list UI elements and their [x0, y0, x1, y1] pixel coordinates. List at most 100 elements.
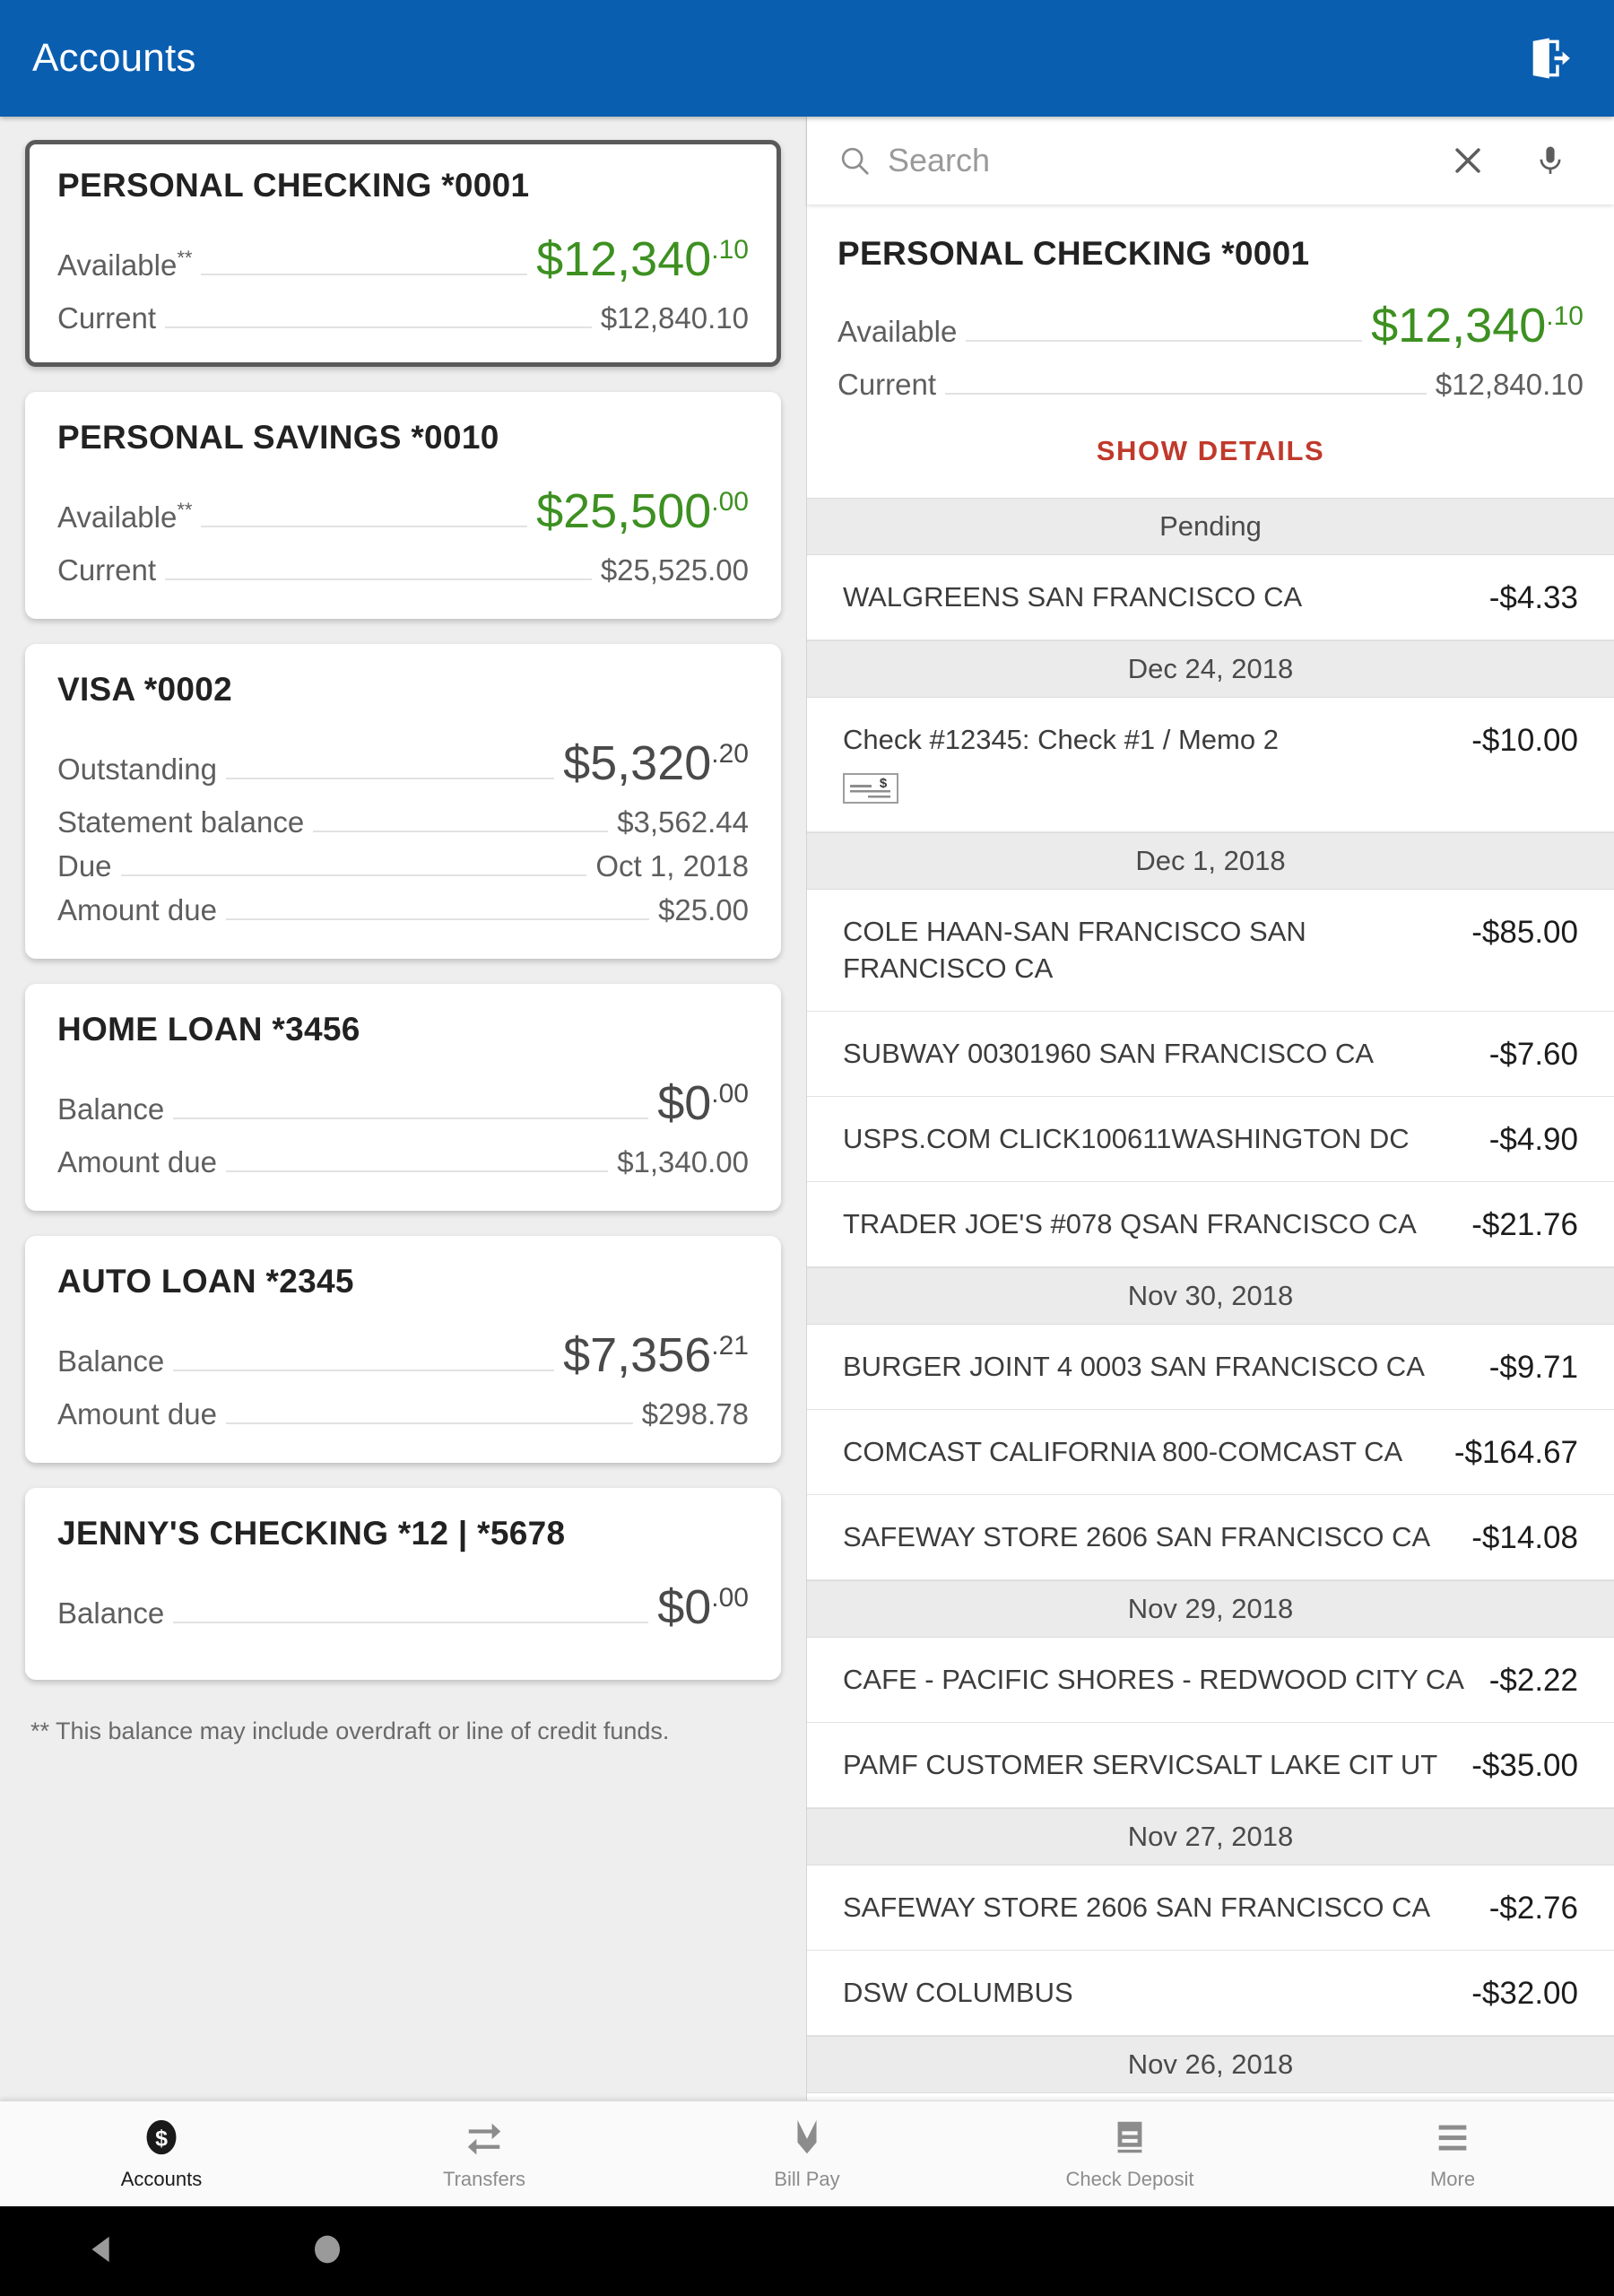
transaction-row[interactable]: SAFEWAY STORE 2606 SAN FRANCISCO CA -$14.…: [807, 1494, 1614, 1580]
transaction-row[interactable]: CAFE - PACIFIC SHORES - REDWOOD CITY CA -…: [807, 1637, 1614, 1723]
transaction-description: USPS.COM CLICK100611WASHINGTON DC: [843, 1122, 1410, 1154]
bottom-nav-item-check-deposit[interactable]: Check Deposit: [968, 2101, 1291, 2206]
transaction-desc-wrap: Check #12345: Check #1 / Memo 2 $: [843, 721, 1279, 808]
bottom-nav-item-transfers[interactable]: Transfers: [323, 2101, 646, 2206]
bottom-nav-item-bill-pay[interactable]: Bill Pay: [646, 2101, 968, 2206]
transaction-desc-wrap: BURGER JOINT 4 0003 SAN FRANCISCO CA: [843, 1348, 1425, 1386]
logout-button[interactable]: [1515, 25, 1582, 91]
transaction-row[interactable]: Check #12345: Check #1 / Memo 2 $ -$10.00: [807, 698, 1614, 832]
row-leader-line: [225, 1422, 633, 1424]
android-system-bar: [0, 2206, 1614, 2296]
transaction-row[interactable]: WALGREENS SAN FRANCISCO CA -$4.33: [807, 555, 1614, 640]
account-row-label: Amount due: [57, 1397, 217, 1431]
check-deposit-icon: [1109, 2117, 1150, 2162]
account-card[interactable]: AUTO LOAN *2345 Balance $7,356.21 Amount du…: [25, 1236, 781, 1463]
row-leader-line: [225, 1170, 609, 1172]
transaction-date-header: Nov 27, 2018: [807, 1807, 1614, 1866]
transaction-date-header: Dec 1, 2018: [807, 831, 1614, 890]
transaction-description: DSW COLUMBUS: [843, 1976, 1073, 2008]
account-row-label: Current: [57, 553, 157, 587]
row-leader-line: [313, 831, 609, 832]
account-row-label: Current: [57, 301, 157, 335]
transaction-date-header: Dec 24, 2018: [807, 640, 1614, 698]
transaction-description: PAMF CUSTOMER SERVICSALT LAKE CIT UT: [843, 1748, 1438, 1780]
row-leader-line: [225, 918, 650, 920]
search-input[interactable]: [888, 142, 1419, 179]
transaction-row[interactable]: SUBWAY 00301960 SAN FRANCISCO CA -$7.60: [807, 1011, 1614, 1097]
account-card[interactable]: VISA *0002 Outstanding $5,320.20 Statement …: [25, 644, 781, 959]
transaction-row[interactable]: PAMF CUSTOMER SERVICSALT LAKE CIT UT -$35…: [807, 1722, 1614, 1808]
transaction-amount: -$9.71: [1488, 1349, 1578, 1385]
row-leader-line: [173, 1370, 555, 1371]
account-card[interactable]: HOME LOAN *3456 Balance $0.00 Amount due $1,…: [25, 984, 781, 1211]
transaction-description: CAFE - PACIFIC SHORES - REDWOOD CITY CA: [843, 1663, 1464, 1695]
transaction-amount: -$7.60: [1488, 1036, 1578, 1072]
account-row-value: $3,562.44: [617, 805, 749, 839]
bottom-nav-item-accounts[interactable]: $ Accounts: [0, 2101, 323, 2206]
row-leader-line: [165, 578, 592, 580]
transaction-desc-wrap: COMCAST CALIFORNIA 800-COMCAST CA: [843, 1433, 1402, 1471]
account-primary-value: $0.00: [657, 1580, 749, 1634]
voice-search-button[interactable]: [1517, 127, 1584, 194]
transaction-date-header: Nov 29, 2018: [807, 1579, 1614, 1638]
row-leader-line: [173, 1622, 649, 1623]
account-card[interactable]: PERSONAL SAVINGS *0010 Available** $25,500…: [25, 392, 781, 619]
system-home-button[interactable]: [309, 2231, 345, 2272]
account-detail-row: Due Oct 1, 2018: [57, 849, 749, 884]
row-leader-line: [120, 874, 587, 876]
transaction-row[interactable]: BURGER JOINT 4 0003 SAN FRANCISCO CA -$9.…: [807, 1324, 1614, 1410]
row-leader-line: [966, 340, 1363, 342]
row-leader-line: [225, 778, 555, 779]
bottom-nav-label: More: [1429, 2168, 1476, 2190]
back-triangle-icon: [91, 2236, 109, 2262]
detail-available-row: Available $12,340.10: [837, 298, 1584, 353]
check-image-thumbnail[interactable]: $: [843, 772, 1279, 808]
transaction-row[interactable]: USPS.COM CLICK100611WASHINGTON DC -$4.90: [807, 1096, 1614, 1182]
transaction-list[interactable]: Pending WALGREENS SAN FRANCISCO CA -$4.33 D…: [807, 498, 1614, 2100]
bottom-nav-item-more[interactable]: More: [1291, 2101, 1614, 2206]
account-primary-label: Outstanding: [57, 752, 217, 786]
row-leader-line: [945, 393, 1427, 395]
transaction-desc-wrap: PAMF CUSTOMER SERVICSALT LAKE CIT UT: [843, 1746, 1437, 1784]
account-card-title: HOME LOAN *3456: [57, 1011, 360, 1048]
account-detail-header: PERSONAL CHECKING *0001 Available $12,34…: [807, 204, 1614, 498]
transaction-date-header: Pending: [807, 498, 1614, 555]
account-primary-label: Available**: [57, 499, 193, 534]
transaction-desc-wrap: COLE HAAN-SAN FRANCISCO SAN FRANCISCO CA: [843, 913, 1450, 987]
transaction-row[interactable]: COLE HAAN-SAN FRANCISCO SAN FRANCISCO CA…: [807, 889, 1614, 1012]
show-details-button[interactable]: SHOW DETAILS: [837, 412, 1584, 474]
close-icon: [1455, 148, 1480, 173]
transaction-row[interactable]: DSW COLUMBUS -$32.00: [807, 1950, 1614, 2036]
transaction-row[interactable]: COMCAST CALIFORNIA 800-COMCAST CA -$164.6…: [807, 1409, 1614, 1495]
account-primary-value: $5,320.20: [563, 736, 749, 790]
row-leader-line: [201, 526, 528, 527]
transaction-row[interactable]: TRADER JOE'S #078 QSAN FRANCISCO CA -$21.…: [807, 1181, 1614, 1267]
transaction-description: WALGREENS SAN FRANCISCO CA: [843, 581, 1303, 613]
account-primary-label: Balance: [57, 1596, 165, 1630]
page-title: Accounts: [32, 36, 196, 80]
transaction-description: TRADER JOE'S #078 QSAN FRANCISCO CA: [843, 1207, 1417, 1239]
transaction-description: Check #12345: Check #1 / Memo 2: [843, 724, 1279, 755]
search-clear-button[interactable]: [1435, 127, 1501, 194]
search-bar: [807, 117, 1614, 204]
account-row-value: $25,525.00: [600, 553, 749, 587]
detail-current-value: $12,840.10: [1435, 368, 1584, 401]
svg-text:$: $: [155, 2126, 168, 2152]
account-card[interactable]: JENNY'S CHECKING *12 | *5678 Balance $0.00: [25, 1488, 781, 1680]
bill-pay-icon: [786, 2117, 828, 2162]
transaction-amount: -$4.90: [1488, 1121, 1578, 1157]
logout-icon: [1532, 38, 1570, 79]
transaction-date-header: Nov 30, 2018: [807, 1266, 1614, 1325]
account-row-value: $25.00: [658, 893, 749, 926]
transaction-desc-wrap: SAFEWAY STORE 2606 SAN FRANCISCO CA: [843, 1518, 1430, 1556]
account-detail-row: Amount due $25.00: [57, 893, 749, 928]
account-card[interactable]: PERSONAL CHECKING *0001 Available** $12,34…: [25, 140, 781, 367]
account-row-label: Due: [57, 849, 112, 883]
transaction-row[interactable]: PANERA BREAD #4517 0SAN FRANCISCO CA-$4.…: [807, 2092, 1614, 2100]
transaction-row[interactable]: SAFEWAY STORE 2606 SAN FRANCISCO CA -$2.7…: [807, 1865, 1614, 1951]
account-primary-row: Balance $0.00: [57, 1579, 749, 1635]
account-primary-value: $25,500.00: [536, 484, 749, 538]
dollar-circle-icon: $: [141, 2117, 182, 2162]
system-back-button[interactable]: [85, 2231, 121, 2272]
detail-available-label: Available: [837, 315, 958, 348]
